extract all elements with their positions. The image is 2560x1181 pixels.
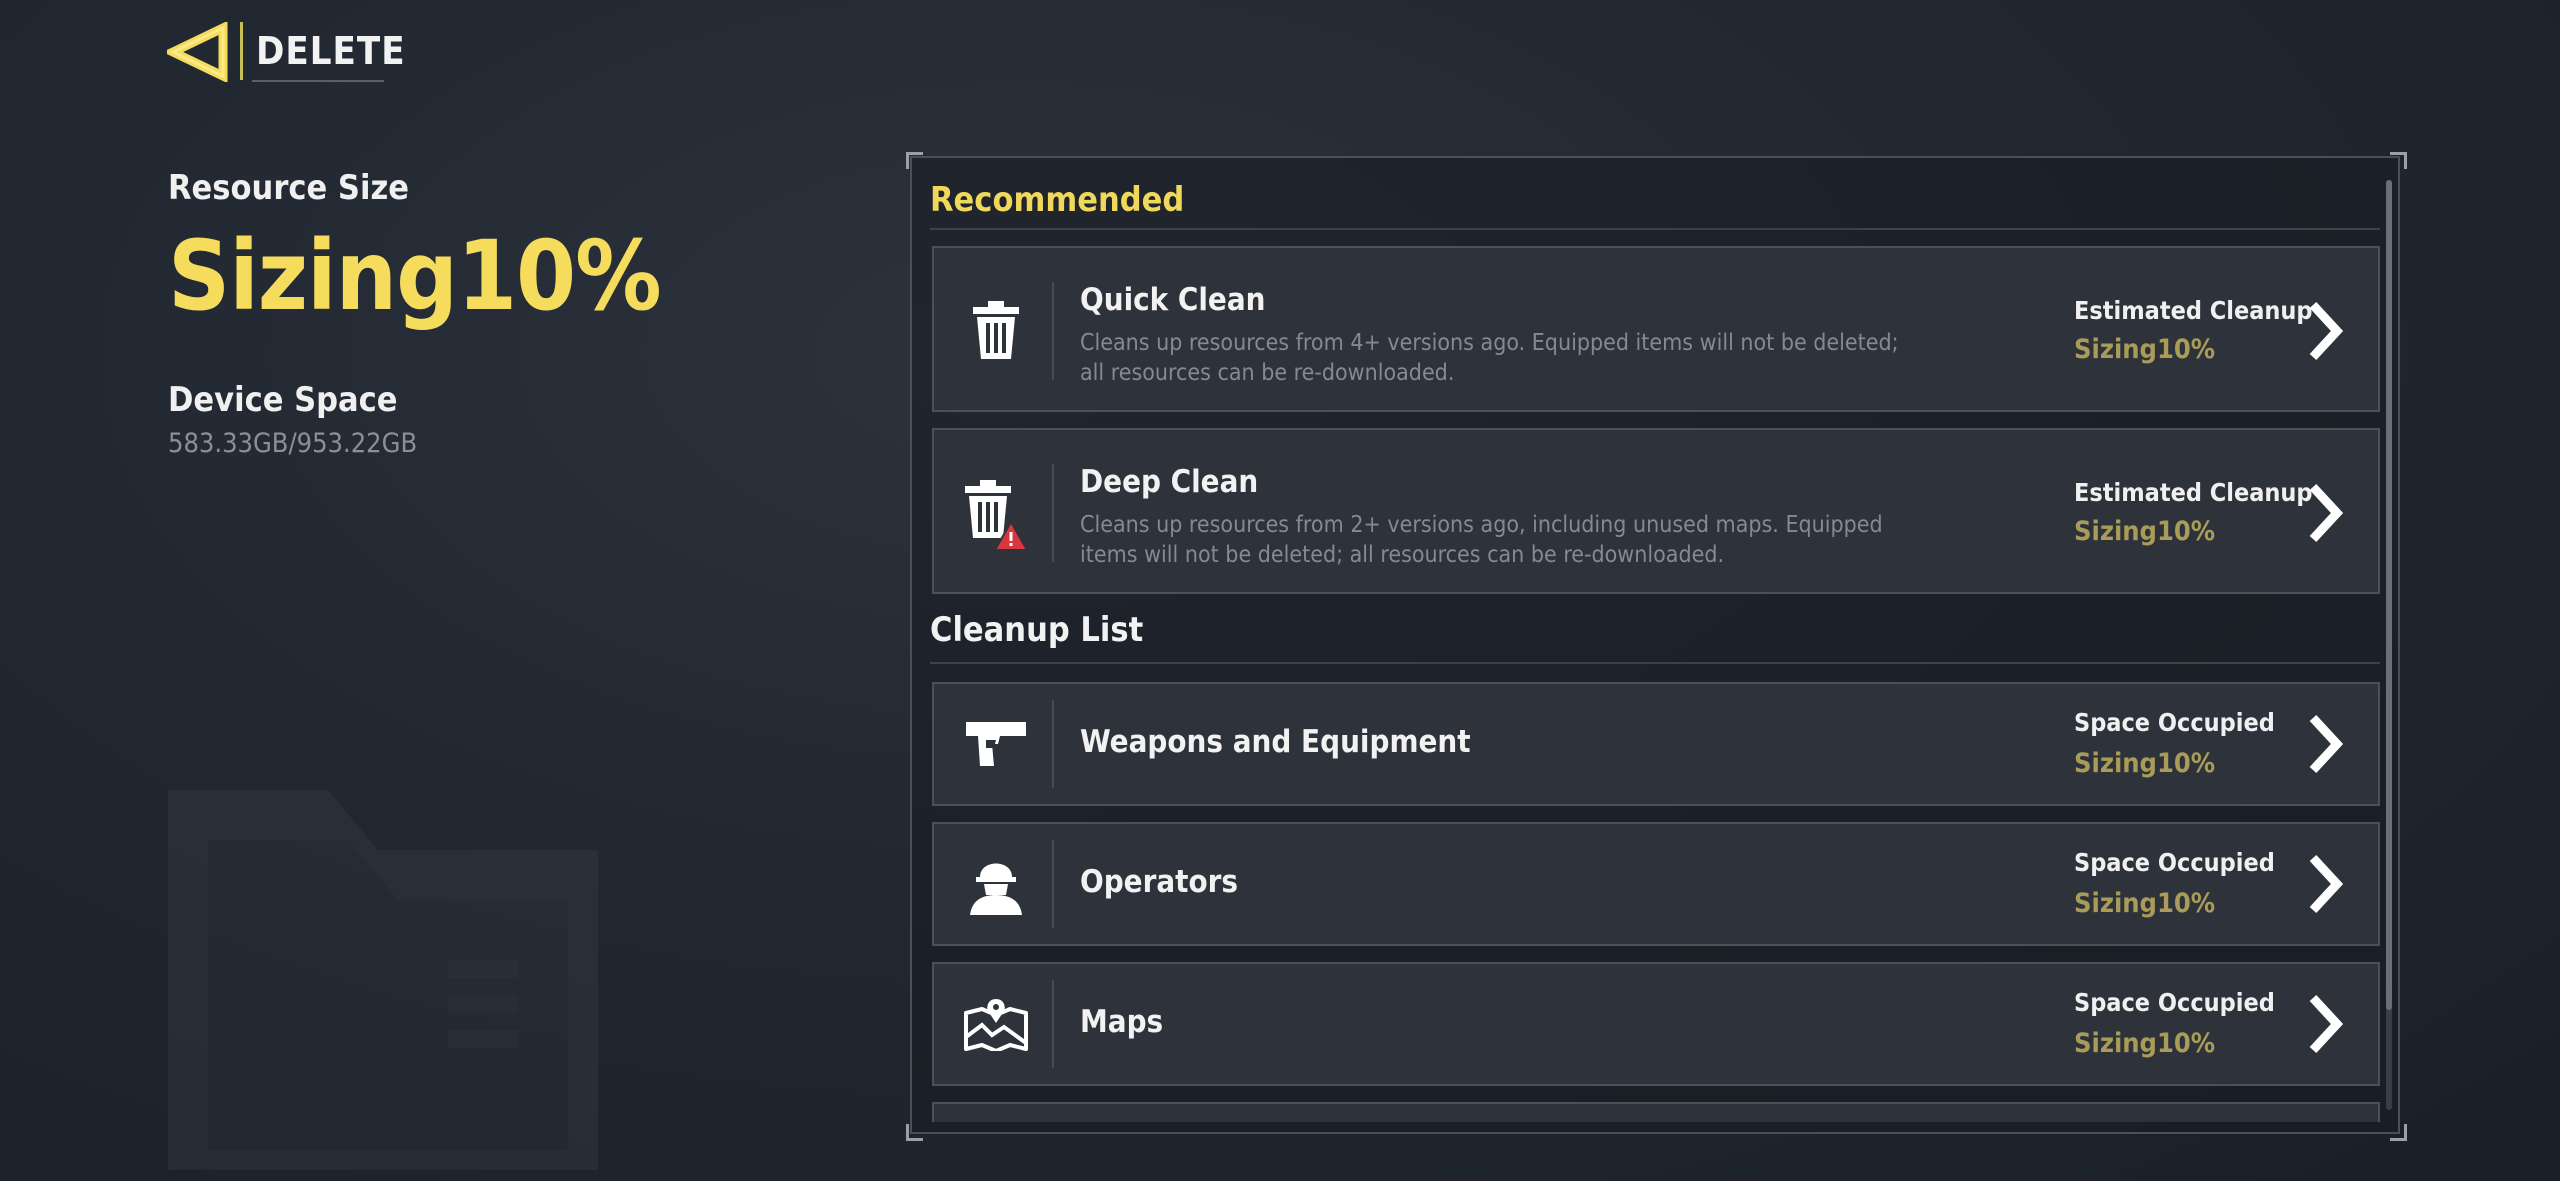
deep-clean-card[interactable]: Deep Clean Cleans up resources from 2+ v… bbox=[932, 428, 2380, 594]
card-description: Cleans up resources from 4+ versions ago… bbox=[1080, 330, 1899, 386]
chevron-right-icon[interactable] bbox=[2300, 852, 2350, 916]
trash-warning-icon bbox=[956, 480, 1036, 552]
space-occupied-label: Space Occupied bbox=[2074, 848, 2275, 877]
estimated-cleanup-value: Sizing10% bbox=[2074, 334, 2216, 365]
recommended-section-title: Recommended bbox=[930, 180, 1185, 220]
section-divider bbox=[930, 662, 2380, 664]
folder-watermark-icon bbox=[168, 790, 598, 1170]
back-button[interactable] bbox=[160, 18, 240, 86]
estimated-cleanup-label: Estimated Cleanup bbox=[2074, 296, 2313, 325]
card-title: Deep Clean bbox=[1080, 464, 1259, 500]
chevron-right-icon[interactable] bbox=[2300, 481, 2350, 545]
panel-corner bbox=[906, 1124, 923, 1141]
resource-size-value: Sizing10% bbox=[168, 220, 662, 332]
estimated-cleanup-label: Estimated Cleanup bbox=[2074, 478, 2313, 507]
cleanup-list-section-title: Cleanup List bbox=[930, 610, 1144, 650]
section-divider bbox=[930, 228, 2380, 230]
space-occupied-value: Sizing10% bbox=[2074, 1028, 2216, 1059]
card-separator bbox=[1052, 700, 1054, 788]
map-icon bbox=[956, 994, 1036, 1054]
card-title: Quick Clean bbox=[1080, 282, 1266, 318]
card-separator bbox=[1052, 282, 1054, 380]
header-divider bbox=[240, 22, 243, 80]
space-occupied-value: Sizing10% bbox=[2074, 888, 2216, 919]
cleanup-item-weapons[interactable]: Weapons and Equipment Space Occupied Siz… bbox=[932, 682, 2380, 806]
panel-corner bbox=[2390, 152, 2407, 169]
panel-corner bbox=[2390, 1124, 2407, 1141]
cleanup-item-maps[interactable]: Maps Space Occupied Sizing10% bbox=[932, 962, 2380, 1086]
space-occupied-label: Space Occupied bbox=[2074, 988, 2275, 1017]
card-separator bbox=[1052, 980, 1054, 1068]
estimated-cleanup-value: Sizing10% bbox=[2074, 516, 2216, 547]
panel-corner bbox=[906, 152, 923, 169]
card-separator bbox=[1052, 840, 1054, 928]
device-space-value: 583.33GB/953.22GB bbox=[168, 428, 418, 459]
card-title: Weapons and Equipment bbox=[1080, 724, 1471, 760]
panel-scrollbar[interactable] bbox=[2386, 180, 2392, 1110]
pistol-icon bbox=[956, 714, 1036, 774]
next-list-item-partial bbox=[932, 1102, 2380, 1122]
cleanup-item-operators[interactable]: Operators Space Occupied Sizing10% bbox=[932, 822, 2380, 946]
chevron-right-icon[interactable] bbox=[2300, 299, 2350, 363]
card-title: Operators bbox=[1080, 864, 1239, 900]
chevron-right-icon[interactable] bbox=[2300, 712, 2350, 776]
card-description: Cleans up resources from 2+ versions ago… bbox=[1080, 512, 1883, 568]
scrollbar-thumb[interactable] bbox=[2386, 180, 2392, 1010]
space-occupied-value: Sizing10% bbox=[2074, 748, 2216, 779]
chevron-right-icon[interactable] bbox=[2300, 992, 2350, 1056]
resource-size-label: Resource Size bbox=[168, 168, 409, 208]
card-title: Maps bbox=[1080, 1004, 1164, 1040]
device-space-label: Device Space bbox=[168, 380, 398, 420]
space-occupied-label: Space Occupied bbox=[2074, 708, 2275, 737]
operator-icon bbox=[956, 854, 1036, 916]
quick-clean-card[interactable]: Quick Clean Cleans up resources from 4+ … bbox=[932, 246, 2380, 412]
page-title: DELETE bbox=[256, 29, 406, 73]
back-arrow-icon bbox=[167, 22, 228, 82]
card-separator bbox=[1052, 464, 1054, 562]
header-underline bbox=[252, 80, 384, 82]
trash-icon bbox=[956, 298, 1036, 364]
